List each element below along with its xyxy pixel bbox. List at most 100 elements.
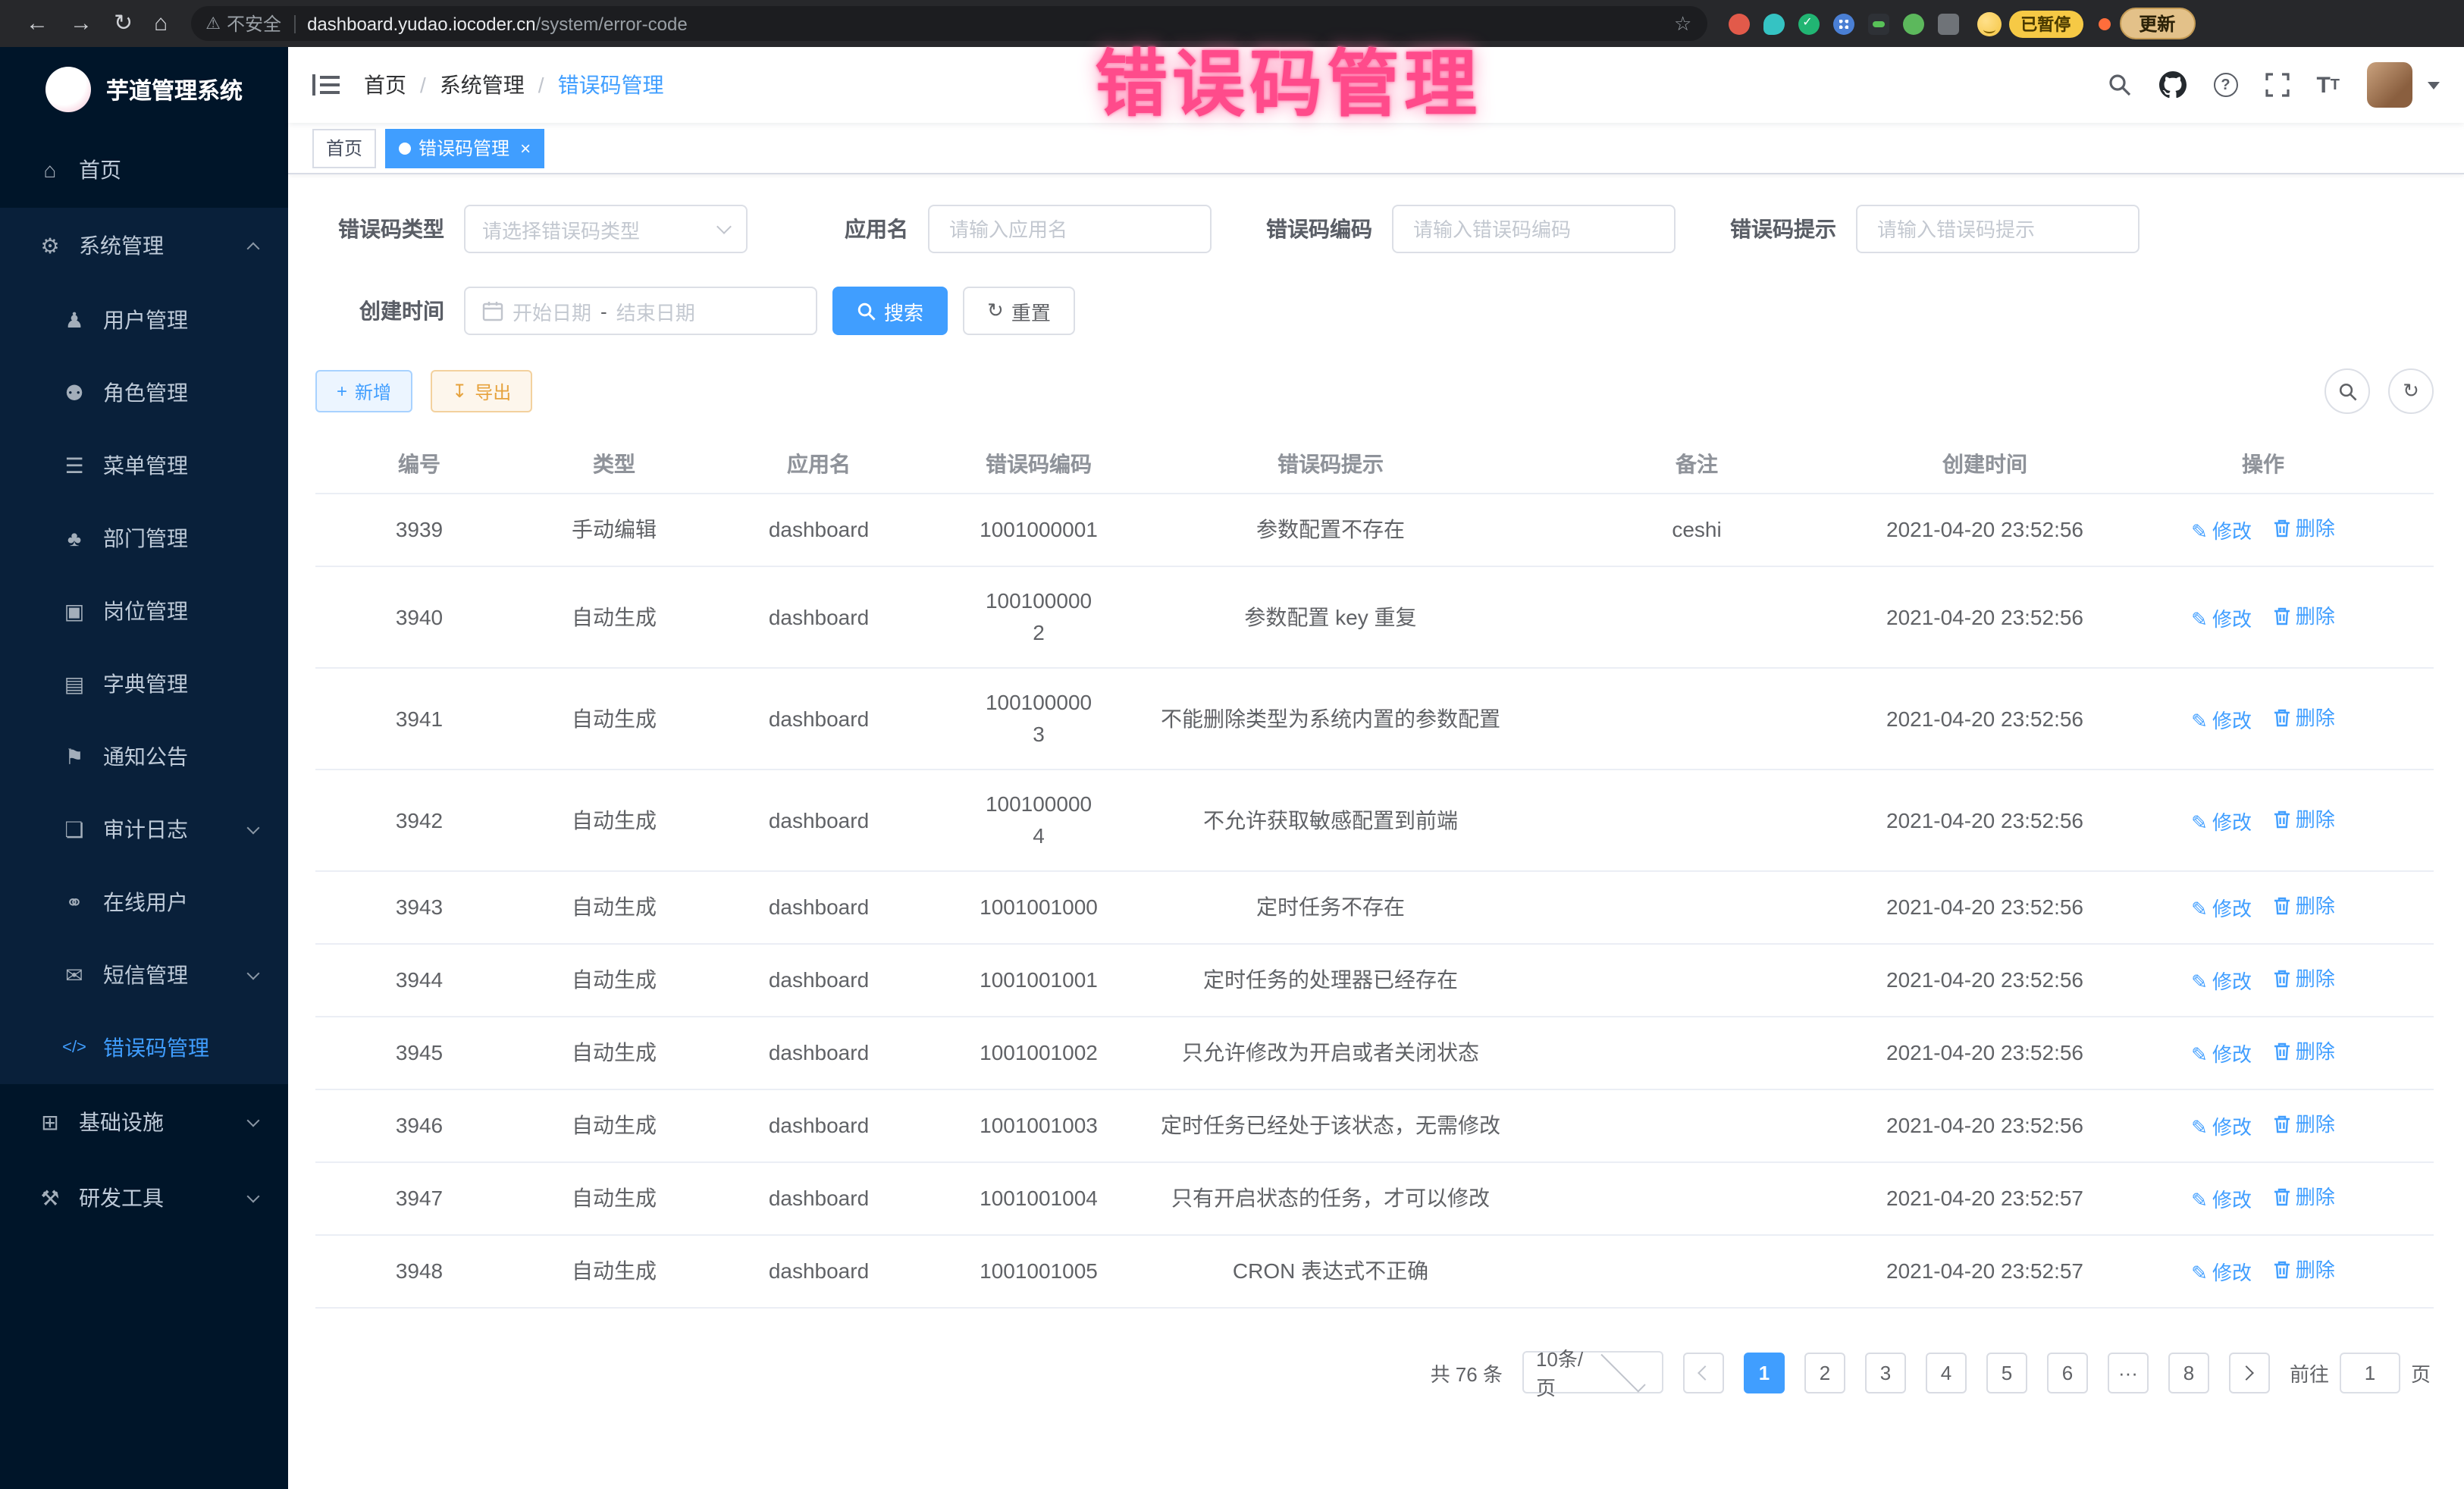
search-button[interactable]: 搜索: [832, 287, 948, 335]
cell-message: 定时任务已经处于该状态，无需修改: [1145, 1089, 1516, 1162]
forward-button[interactable]: →: [70, 12, 92, 35]
delete-link[interactable]: 删除: [2273, 1036, 2335, 1067]
cell-code: 1001001003: [933, 1089, 1145, 1162]
edit-link[interactable]: ✎修改: [2191, 603, 2252, 635]
delete-link[interactable]: 删除: [2273, 1108, 2335, 1140]
refresh-table-button[interactable]: ↻: [2388, 368, 2434, 414]
bookmark-star-icon[interactable]: ☆: [1674, 11, 1691, 36]
url-path: /system/error-code: [536, 13, 688, 34]
page-button-1[interactable]: 1: [1744, 1352, 1785, 1393]
date-range-picker[interactable]: 开始日期 - 结束日期: [464, 287, 817, 335]
puzzle-icon[interactable]: [1937, 13, 1958, 34]
extension-icon[interactable]: [1798, 13, 1819, 34]
edit-link[interactable]: ✎修改: [2191, 966, 2252, 998]
toggle-search-button[interactable]: [2324, 368, 2370, 414]
browser-home-button[interactable]: ⌂: [154, 12, 168, 35]
error-code-input[interactable]: [1410, 216, 1657, 242]
extension-icon[interactable]: [1867, 13, 1889, 34]
page-ellipsis[interactable]: ···: [2108, 1352, 2149, 1393]
refresh-icon: ↻: [2403, 379, 2419, 403]
user-avatar[interactable]: [2367, 62, 2412, 108]
page-button-3[interactable]: 3: [1865, 1352, 1906, 1393]
close-icon[interactable]: ×: [520, 139, 531, 157]
delete-link[interactable]: 删除: [2273, 1254, 2335, 1286]
edit-link[interactable]: ✎修改: [2191, 806, 2252, 838]
goto-page-input[interactable]: [2340, 1352, 2400, 1393]
cell-time: 2021-04-20 23:52:57: [1877, 1162, 2093, 1235]
update-button[interactable]: 更新: [2119, 8, 2195, 39]
delete-link[interactable]: 删除: [2273, 890, 2335, 922]
sidebar-item-home[interactable]: ⌂ 首页: [0, 132, 288, 208]
post-icon: ▣: [61, 598, 88, 624]
breadcrumb-item-home[interactable]: 首页: [364, 70, 406, 100]
error-type-select[interactable]: 请选择错误码类型: [464, 205, 748, 253]
extension-icon[interactable]: [1832, 13, 1854, 34]
extension-icon[interactable]: [1728, 13, 1749, 34]
table-row: 3943 自动生成 dashboard 1001001000 定时任务不存在 2…: [315, 871, 2434, 944]
fullscreen-icon[interactable]: [2265, 73, 2289, 97]
sidebar-item-infrastructure[interactable]: ⊞ 基础设施: [0, 1084, 288, 1160]
filter-message: 错误码提示: [1707, 205, 2140, 253]
cell-app: dashboard: [705, 566, 933, 668]
page-button-6[interactable]: 6: [2047, 1352, 2088, 1393]
sidebar-menu: ⌂ 首页 ⚙ 系统管理 ♟ 用户管理 ⚉ 角色管理 ☰ 菜单管理 ♣ 部门管理 …: [0, 132, 288, 1236]
sidebar-item-role-management[interactable]: ⚉ 角色管理: [0, 356, 288, 429]
tab-home[interactable]: 首页: [312, 128, 376, 168]
extension-icon[interactable]: [1902, 13, 1923, 34]
back-button[interactable]: ←: [26, 12, 49, 35]
extension-icon[interactable]: [1763, 13, 1784, 34]
edit-link[interactable]: ✎修改: [2191, 1111, 2252, 1143]
delete-link[interactable]: 删除: [2273, 701, 2335, 733]
sidebar-item-sms-management[interactable]: ✉ 短信管理: [0, 939, 288, 1011]
export-button[interactable]: ↧ 导出: [431, 370, 532, 412]
sidebar-item-system-management[interactable]: ⚙ 系统管理: [0, 208, 288, 284]
delete-link[interactable]: 删除: [2273, 600, 2335, 632]
edit-link[interactable]: ✎修改: [2191, 893, 2252, 925]
reset-button[interactable]: ↻ 重置: [963, 287, 1075, 335]
help-icon[interactable]: ?: [2213, 73, 2237, 97]
prev-page-button[interactable]: [1683, 1352, 1724, 1393]
chevron-down-icon: [247, 821, 260, 834]
edit-link[interactable]: ✎修改: [2191, 704, 2252, 736]
page-button-4[interactable]: 4: [1926, 1352, 1967, 1393]
reload-button[interactable]: ↻: [114, 12, 133, 35]
sidebar-item-post-management[interactable]: ▣ 岗位管理: [0, 575, 288, 647]
address-bar[interactable]: ⚠ 不安全 dashboard.yudao.iocoder.cn /system…: [190, 6, 1707, 41]
sidebar-item-error-code-management[interactable]: </> 错误码管理: [0, 1011, 288, 1084]
font-size-icon[interactable]: TT: [2316, 72, 2340, 98]
next-page-button[interactable]: [2229, 1352, 2270, 1393]
github-icon[interactable]: [2158, 71, 2186, 99]
sidebar-toggle-icon[interactable]: [312, 73, 340, 97]
sidebar-item-dev-tools[interactable]: ⚒ 研发工具: [0, 1160, 288, 1236]
sidebar-item-notice[interactable]: ⚑ 通知公告: [0, 720, 288, 793]
sidebar-item-dept-management[interactable]: ♣ 部门管理: [0, 502, 288, 575]
page-button-8[interactable]: 8: [2168, 1352, 2209, 1393]
delete-link[interactable]: 删除: [2273, 1181, 2335, 1213]
delete-link[interactable]: 删除: [2273, 963, 2335, 995]
edit-link[interactable]: ✎修改: [2191, 1039, 2252, 1071]
sidebar-item-user-management[interactable]: ♟ 用户管理: [0, 284, 288, 356]
sidebar-item-online-user[interactable]: ⚭ 在线用户: [0, 866, 288, 939]
app-logo-row[interactable]: 芋道管理系统: [0, 47, 288, 132]
delete-link[interactable]: 删除: [2273, 513, 2335, 544]
error-message-input[interactable]: [1874, 216, 2121, 242]
sidebar-item-audit-log[interactable]: ❏ 审计日志: [0, 793, 288, 866]
page-size-select[interactable]: 10条/页: [1522, 1351, 1663, 1393]
page-button-2[interactable]: 2: [1804, 1352, 1845, 1393]
tab-error-code[interactable]: 错误码管理 ×: [385, 128, 544, 168]
edit-link[interactable]: ✎修改: [2191, 516, 2252, 547]
sidebar-item-dict-management[interactable]: ▤ 字典管理: [0, 647, 288, 720]
app-name-input[interactable]: [946, 216, 1193, 242]
cell-type: 自动生成: [523, 1235, 705, 1308]
browser-profile-avatar[interactable]: [1977, 11, 2001, 36]
add-button[interactable]: + 新增: [315, 370, 412, 412]
breadcrumb-item-system[interactable]: 系统管理: [440, 70, 525, 100]
edit-link[interactable]: ✎修改: [2191, 1184, 2252, 1216]
search-icon[interactable]: [2107, 73, 2131, 97]
delete-link[interactable]: 删除: [2273, 803, 2335, 835]
edit-icon: ✎: [2191, 603, 2208, 635]
filter-label: 错误码提示: [1707, 214, 1836, 244]
page-button-5[interactable]: 5: [1986, 1352, 2027, 1393]
edit-link[interactable]: ✎修改: [2191, 1257, 2252, 1289]
sidebar-item-menu-management[interactable]: ☰ 菜单管理: [0, 429, 288, 502]
